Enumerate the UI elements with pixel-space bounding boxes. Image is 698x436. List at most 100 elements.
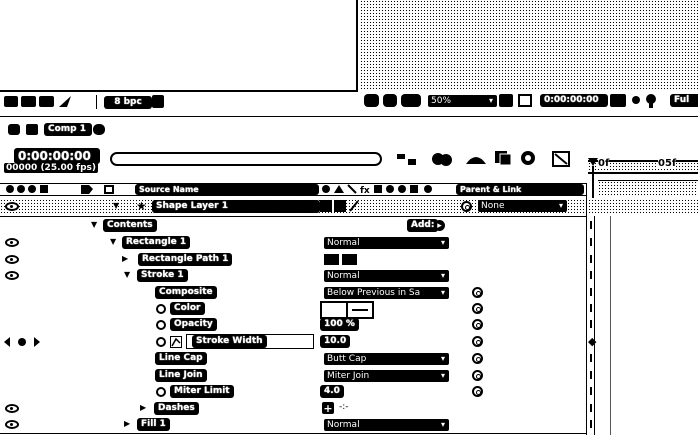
path-direction-icons[interactable] [324, 254, 358, 265]
line-cap-pickwhip-icon[interactable] [472, 353, 483, 364]
row-line-join[interactable]: Line Join Miter Join ▾ [0, 368, 586, 383]
miter-limit-pickwhip-icon[interactable] [472, 386, 483, 397]
row-rectangle-1[interactable]: ▼ Rectangle 1 Normal ▾ [0, 235, 586, 250]
contents-expand-icon[interactable]: ▼ [91, 220, 97, 230]
layer-switches-icons[interactable] [320, 200, 360, 212]
source-name-header[interactable]: Source Name [135, 184, 319, 195]
composition-mini-flowchart-icon[interactable] [397, 152, 417, 166]
dashes-visibility-icon[interactable] [5, 404, 19, 413]
track-area[interactable]: ◆ [588, 216, 698, 435]
show-channel-icon[interactable] [632, 96, 640, 104]
viewer-canvas[interactable] [360, 0, 698, 90]
color-picker-icon[interactable] [644, 93, 658, 108]
row-miter-limit[interactable]: Miter Limit 4.0 [0, 384, 586, 399]
stroke-blend-dropdown[interactable]: Normal ▾ [324, 270, 449, 282]
rectangle-blend-dropdown[interactable]: Normal ▾ [324, 237, 449, 249]
layer-track-bar[interactable] [588, 199, 698, 214]
stroke-width-value[interactable]: 10.0 [320, 335, 351, 348]
parent-link-header[interactable]: Parent & Link [456, 184, 584, 195]
row-color[interactable]: Color [0, 301, 586, 319]
viewer-timecode[interactable]: 0:00:00:00 [540, 94, 608, 107]
row-composite[interactable]: Composite Below Previous in Sa ▾ [0, 285, 586, 300]
rectangle-expand-icon[interactable]: ▼ [110, 237, 116, 247]
current-time-display[interactable]: 0:00:00:00 [14, 148, 100, 164]
layer-name[interactable]: Shape Layer 1 [152, 200, 320, 213]
layer-search-input[interactable] [110, 152, 382, 166]
opacity-stopwatch-icon[interactable] [156, 320, 166, 330]
opacity-pickwhip-icon[interactable] [472, 319, 483, 330]
stroke-expand-icon[interactable]: ▼ [124, 270, 130, 280]
switches-header-icons[interactable]: fx [320, 184, 442, 195]
add-dash-icon[interactable]: + [322, 402, 334, 415]
composite-dropdown[interactable]: Below Previous in Sa ▾ [324, 287, 449, 299]
line-join-dropdown[interactable]: Miter Join ▾ [324, 370, 449, 382]
av-features-icons[interactable] [4, 184, 66, 195]
parent-pickwhip-icon[interactable] [461, 201, 472, 212]
label-column-icon[interactable] [80, 184, 94, 195]
row-stroke-width[interactable]: Stroke Width 10.0 [0, 334, 586, 350]
region-of-interest-icon[interactable] [518, 94, 532, 107]
row-rectangle-path-1[interactable]: ▶ Rectangle Path 1 [0, 252, 586, 267]
stroke-visibility-icon[interactable] [5, 271, 19, 280]
fill-visibility-icon[interactable] [5, 420, 19, 429]
always-preview-icon[interactable] [364, 94, 379, 107]
row-fill-1[interactable]: ▶ Fill 1 Normal ▾ [0, 417, 586, 432]
opacity-value[interactable]: 100 % [320, 318, 359, 331]
interpret-footage-icon[interactable] [4, 96, 18, 107]
panel-menu-icon[interactable] [93, 124, 105, 135]
resolution-icon[interactable] [499, 94, 513, 107]
camera-snapshot-icon[interactable] [610, 94, 626, 107]
keyframe-navigator-icons[interactable] [4, 337, 44, 347]
row-line-cap[interactable]: Line Cap Butt Cap ▾ [0, 351, 586, 366]
number-column-icon[interactable] [104, 185, 114, 194]
graph-editor-icon[interactable] [552, 151, 570, 167]
color-label: Color [170, 302, 205, 315]
viewer-resolution[interactable]: Ful [670, 94, 698, 107]
line-join-pickwhip-icon[interactable] [472, 370, 483, 381]
snapshot-view-icon[interactable] [383, 94, 397, 107]
color-pickwhip-icon[interactable] [472, 303, 483, 314]
composite-pickwhip-icon[interactable] [472, 287, 483, 298]
fill-expand-icon[interactable]: ▶ [124, 419, 130, 429]
time-ruler[interactable]: 0f 05f [588, 150, 698, 198]
render-icon[interactable] [58, 95, 72, 108]
layer-row-shape-layer-1[interactable]: ▼ ★ Shape Layer 1 None ▾ [0, 199, 586, 214]
miter-limit-stopwatch-icon[interactable] [156, 387, 166, 397]
miter-limit-value[interactable]: 4.0 [320, 385, 344, 398]
stroke-width-keyframe-icon[interactable]: ◆ [588, 336, 596, 347]
comp-tab[interactable]: Comp 1 [44, 123, 92, 136]
hide-shy-layers-icon[interactable] [464, 150, 488, 166]
dashes-expand-icon[interactable]: ▶ [140, 403, 146, 413]
parent-dropdown[interactable]: None ▾ [478, 200, 567, 212]
project-bpc[interactable]: 8 bpc [104, 96, 152, 109]
row-dashes[interactable]: ▶ Dashes + -:- [0, 401, 586, 416]
color-stopwatch-icon[interactable] [156, 304, 166, 314]
trash-icon[interactable] [152, 95, 164, 108]
row-opacity[interactable]: Opacity 100 % [0, 317, 586, 332]
layer-visibility-icon[interactable] [5, 202, 19, 211]
row-contents[interactable]: ▼ Contents Add: ▸ [0, 218, 586, 233]
fill-blend-value: Normal [327, 420, 360, 430]
stroke-width-stopwatch-icon[interactable] [156, 337, 166, 347]
path-visibility-icon[interactable] [5, 255, 19, 264]
motion-blur-icon[interactable] [518, 150, 538, 166]
layer-expand-icon[interactable]: ▼ [113, 201, 119, 211]
rectangle-visibility-icon[interactable] [5, 238, 19, 247]
new-composition-icon[interactable] [39, 96, 54, 107]
frame-blending-icon[interactable] [494, 150, 512, 166]
stroke-width-label-box[interactable]: Stroke Width [186, 334, 314, 349]
new-folder-icon[interactable] [21, 96, 36, 107]
draft-3d-icon[interactable] [430, 151, 454, 167]
add-icon[interactable]: ▸ [434, 220, 445, 231]
stroke-width-pickwhip-icon[interactable] [472, 336, 483, 347]
track-start-marker [590, 221, 592, 229]
playhead-icon[interactable] [588, 158, 598, 201]
graph-icon[interactable] [170, 336, 182, 348]
row-stroke-1[interactable]: ▼ Stroke 1 Normal ▾ [0, 268, 586, 283]
line-cap-dropdown[interactable]: Butt Cap ▾ [324, 353, 449, 365]
vr-view-icon[interactable] [401, 94, 421, 107]
close-tab-icon[interactable] [8, 124, 20, 135]
magnification-dropdown[interactable]: 50% ▾ [428, 95, 497, 107]
path-expand-icon[interactable]: ▶ [122, 254, 128, 264]
fill-blend-dropdown[interactable]: Normal ▾ [324, 419, 449, 431]
